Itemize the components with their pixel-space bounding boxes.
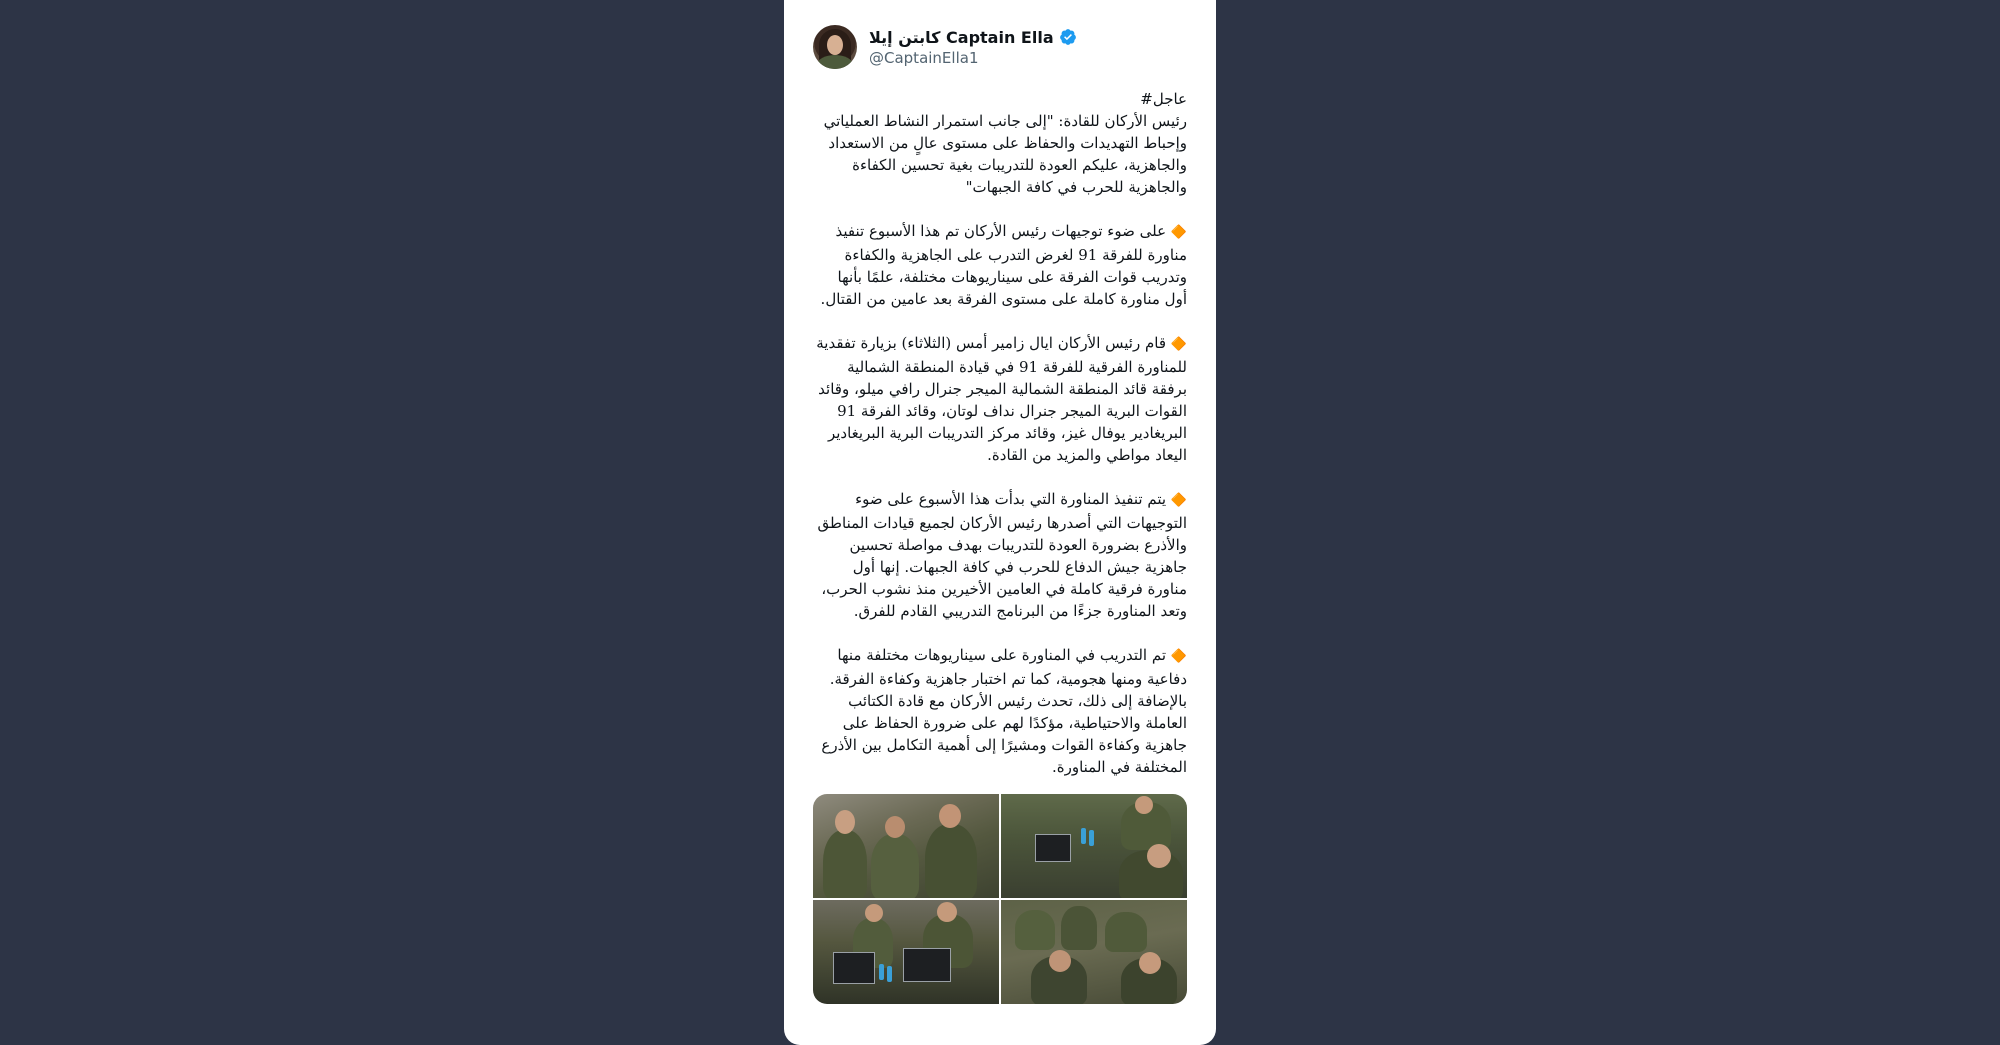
paragraph-3: 🔶 يتم تنفيذ المناورة التي بدأت هذا الأسب… [813, 488, 1187, 622]
orange-diamond-icon: 🔶 [1170, 649, 1187, 664]
soldiers-briefing-photo[interactable] [813, 794, 999, 898]
author-info: كابتن إيلا Captain Ella @CaptainElla1 [869, 26, 1077, 68]
hashtag-link[interactable]: عاجل# [1140, 90, 1187, 108]
tweet-header: كابتن إيلا Captain Ella @CaptainElla1 [813, 24, 1187, 70]
paragraph-text: على ضوء توجيهات رئيس الأركان تم هذا الأس… [820, 222, 1187, 308]
paragraph-1: 🔶 على ضوء توجيهات رئيس الأركان تم هذا ال… [813, 220, 1187, 310]
paragraph-4: 🔶 تم التدريب في المناورة على سيناريوهات … [813, 644, 1187, 778]
paragraph-text: قام رئيس الأركان ايال زامير أمس (الثلاثا… [816, 334, 1187, 464]
display-name[interactable]: كابتن إيلا Captain Ella [869, 28, 1054, 47]
tweet-text: عاجل# رئيس الأركان للقادة: "إلى جانب استم… [813, 88, 1187, 778]
orange-diamond-icon: 🔶 [1170, 337, 1187, 352]
paragraph-2: 🔶 قام رئيس الأركان ايال زامير أمس (الثلا… [813, 332, 1187, 466]
handle[interactable]: @CaptainElla1 [869, 48, 1077, 68]
paragraph-text: تم التدريب في المناورة على سيناريوهات مخ… [821, 646, 1187, 776]
commanders-seated-photo[interactable] [1001, 900, 1187, 1004]
intro-text: رئيس الأركان للقادة: "إلى جانب استمرار ا… [823, 112, 1187, 196]
field-command-laptops-photo[interactable] [1001, 794, 1187, 898]
orange-diamond-icon: 🔶 [1170, 493, 1187, 508]
tweet-card: كابتن إيلا Captain Ella @CaptainElla1 عا… [784, 0, 1216, 1045]
avatar[interactable] [813, 25, 857, 69]
verified-badge-icon [1059, 29, 1076, 45]
officers-at-laptops-photo[interactable] [813, 900, 999, 1004]
photo-grid [813, 794, 1187, 1004]
paragraph-text: يتم تنفيذ المناورة التي بدأت هذا الأسبوع… [817, 490, 1187, 620]
tweet-intro: عاجل# رئيس الأركان للقادة: "إلى جانب استم… [813, 88, 1187, 198]
orange-diamond-icon: 🔶 [1170, 225, 1187, 240]
